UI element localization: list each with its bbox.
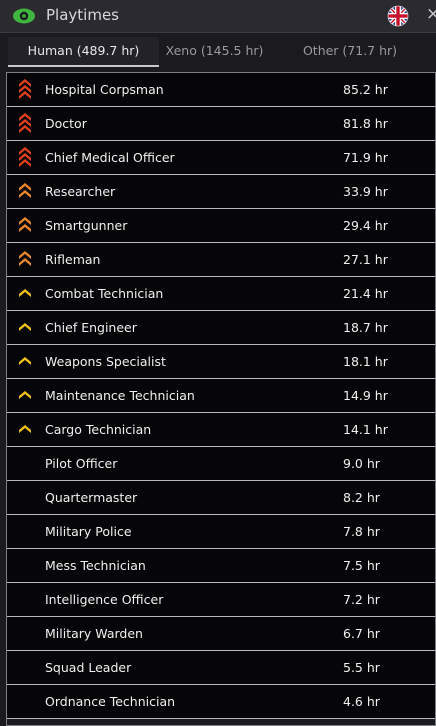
- row-hours: 5.5 hr: [343, 660, 380, 675]
- row-hours: 7.5 hr: [343, 558, 380, 573]
- row-job-name: Chief Medical Officer: [45, 150, 175, 165]
- chevron-yellow-icon: [19, 323, 31, 331]
- union-flag-icon[interactable]: [387, 5, 409, 27]
- close-button[interactable]: ×: [426, 4, 436, 24]
- chevron-stack-red-icon: [19, 147, 31, 167]
- table-row: Military Warden 6.7 hr: [7, 617, 435, 651]
- row-hours: 18.1 hr: [343, 354, 388, 369]
- row-hours: 18.7 hr: [343, 320, 388, 335]
- tab-human[interactable]: Human (489.7 hr): [8, 37, 159, 67]
- row-job-name: Ordnance Technician: [45, 694, 176, 709]
- row-job-name: Military Police: [45, 524, 132, 539]
- table-row: Doctor 81.8 hr: [7, 107, 435, 141]
- row-hours: 81.8 hr: [343, 116, 388, 131]
- table-row: Intelligence Officer 7.2 hr: [7, 583, 435, 617]
- row-hours: 27.1 hr: [343, 252, 388, 267]
- row-hours: 14.1 hr: [343, 422, 388, 437]
- row-job-name: Maintenance Technician: [45, 388, 195, 403]
- title-bar: Playtimes ×: [0, 0, 436, 33]
- row-job-name: Weapons Specialist: [45, 354, 166, 369]
- eye-icon: [13, 8, 35, 24]
- chevron-stack-red-icon: [19, 113, 31, 133]
- row-hours: 6.7 hr: [343, 626, 380, 641]
- row-hours: 29.4 hr: [343, 218, 388, 233]
- row-job-name: Smartgunner: [45, 218, 128, 233]
- chevron-yellow-icon: [19, 425, 31, 433]
- tab-xeno[interactable]: Xeno (145.5 hr): [159, 37, 270, 65]
- row-job-name: Researcher: [45, 184, 116, 199]
- table-row: Combat Technician 21.4 hr: [7, 277, 435, 311]
- row-job-name: Combat Technician: [45, 286, 164, 301]
- row-job-name: Cargo Technician: [45, 422, 152, 437]
- chevron-stack-orange-icon: [19, 183, 31, 198]
- row-job-name: Rifleman: [45, 252, 101, 267]
- row-hours: 71.9 hr: [343, 150, 388, 165]
- row-hours: 9.0 hr: [343, 456, 380, 471]
- table-row: Chief Medical Officer 71.9 hr: [7, 141, 435, 175]
- row-hours: 33.9 hr: [343, 184, 388, 199]
- table-row: Quartermaster 8.2 hr: [7, 481, 435, 515]
- table-row: Maintenance Technician 14.9 hr: [7, 379, 435, 413]
- playtime-list[interactable]: Hospital Corpsman 85.2 hr Doctor 81.8 hr Chi…: [6, 72, 436, 726]
- row-job-name: Squad Leader: [45, 660, 132, 675]
- table-row: Cargo Technician 14.1 hr: [7, 413, 435, 447]
- row-job-name: Intelligence Officer: [45, 592, 164, 607]
- row-job-name: Military Warden: [45, 626, 143, 641]
- row-job-name: Quartermaster: [45, 490, 138, 505]
- table-row: Chief Engineer 18.7 hr: [7, 311, 435, 345]
- chevron-yellow-icon: [19, 391, 31, 399]
- tab-bar: Human (489.7 hr) Xeno (145.5 hr) Other (…: [0, 37, 436, 67]
- row-job-name: Doctor: [45, 116, 87, 131]
- row-job-name: Hospital Corpsman: [45, 82, 164, 97]
- table-row: Ordnance Technician 4.6 hr: [7, 685, 435, 719]
- chevron-yellow-icon: [19, 289, 31, 297]
- row-hours: 7.2 hr: [343, 592, 380, 607]
- table-row: Rifleman 27.1 hr: [7, 243, 435, 277]
- chevron-yellow-icon: [19, 357, 31, 365]
- table-row: Squad Leader 5.5 hr: [7, 651, 435, 685]
- chevron-stack-red-icon: [19, 79, 31, 99]
- table-row: Researcher 33.9 hr: [7, 175, 435, 209]
- table-row: Mess Technician 7.5 hr: [7, 549, 435, 583]
- row-hours: 85.2 hr: [343, 82, 388, 97]
- table-row: Pilot Officer 9.0 hr: [7, 447, 435, 481]
- row-hours: 4.6 hr: [343, 694, 380, 709]
- row-hours: 8.2 hr: [343, 490, 380, 505]
- chevron-stack-orange-icon: [19, 251, 31, 266]
- window-title: Playtimes: [46, 6, 119, 24]
- row-job-name: Mess Technician: [45, 558, 146, 573]
- table-row: Smartgunner 29.4 hr: [7, 209, 435, 243]
- tab-other[interactable]: Other (71.7 hr): [296, 37, 404, 65]
- row-hours: 7.8 hr: [343, 524, 380, 539]
- chevron-stack-orange-icon: [19, 217, 31, 232]
- row-job-name: Chief Engineer: [45, 320, 137, 335]
- table-row: Weapons Specialist 18.1 hr: [7, 345, 435, 379]
- table-row: Hospital Corpsman 85.2 hr: [7, 73, 435, 107]
- row-hours: 14.9 hr: [343, 388, 388, 403]
- table-row: Military Police 7.8 hr: [7, 515, 435, 549]
- row-job-name: Pilot Officer: [45, 456, 118, 471]
- row-hours: 21.4 hr: [343, 286, 388, 301]
